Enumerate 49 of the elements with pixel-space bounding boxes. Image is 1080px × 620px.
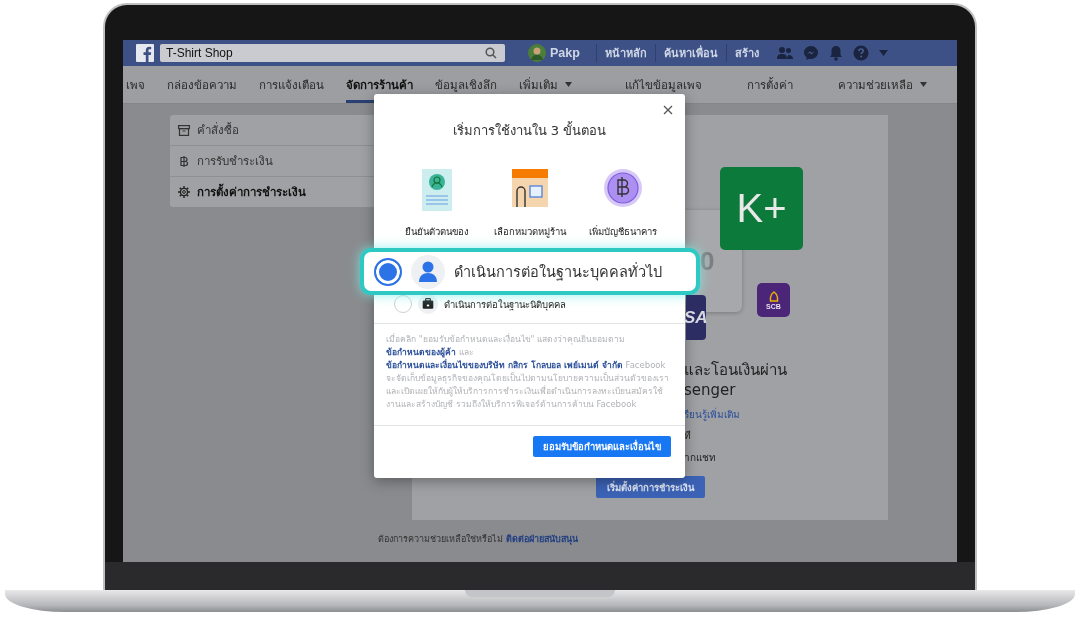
step-label: เลือกหมวดหมู่ร้าน xyxy=(493,225,566,239)
store-icon xyxy=(511,169,548,207)
briefcase-icon xyxy=(418,294,438,314)
step-label: ยืนยันตัวตนของ xyxy=(404,225,469,239)
shell-icon xyxy=(767,290,780,302)
radio-button[interactable] xyxy=(374,257,402,286)
nav-link[interactable]: หน้าหลัก xyxy=(595,44,655,62)
terms-notice: เมื่อคลิก "ยอมรับข้อกำหนดและเงื่อนไข" แสดงว่าคุณยินยอมตาม ข้อกำหนดของผู้ค้า และ ข้อกำหนดและเงื่อนไขของบริษัท กสิกร โกลบอล เพย์เมนต์ จำกัด Facebook จะจัดเก็บข้อมูลธุรกิจของคุณโดยเป็นไปตามนโยบายความเป็นส่วนตัวของเรา และเปิดเผยให้กับผู้ให้บริการการชำระเงินเพื่อดำเนินการลงทะเบียนสมัครใช้งานและสร้างบัญชี รวมถึงให้บริการฟีเจอร์ด้านการค้าบน Facebook xyxy=(386,333,670,411)
caret-icon[interactable] xyxy=(878,50,888,56)
highlighted-option[interactable]: ดำเนินการต่อในฐานะบุคคลทั่วไป xyxy=(360,248,700,295)
nav-link[interactable]: ค้นหาเพื่อน xyxy=(654,44,726,62)
person-icon xyxy=(411,254,445,289)
terms-link[interactable]: ข้อกำหนดของผู้ค้า xyxy=(386,347,456,357)
terms-link[interactable]: ข้อกำหนดและเงื่อนไขของบริษัท กสิกร โกลบอล เพย์เมนต์ จำกัด xyxy=(386,360,623,370)
accept-terms-button[interactable]: ยอมรับข้อกำหนดและเงื่อนไข xyxy=(533,436,671,457)
promo-heading: senger xyxy=(684,380,736,400)
profile-name[interactable]: Pakp xyxy=(550,46,580,60)
feature-text: ากแชท xyxy=(684,451,716,465)
help-icon[interactable] xyxy=(852,45,869,61)
baht-coin-icon xyxy=(603,169,642,207)
help-text: ต้องการความช่วยเหลือใช่หรือไม่ ติดต่อฝ่ายสนับสนุน xyxy=(378,533,579,546)
search-icon[interactable] xyxy=(485,47,497,59)
learn-more-link[interactable]: รียนรู้เพิ่มเติม xyxy=(684,405,740,425)
baht-icon xyxy=(178,155,190,167)
step-label: เพิ่มบัญชีธนาคาร xyxy=(588,224,657,239)
page-tab[interactable]: ความช่วยเหลือ xyxy=(838,66,927,103)
messenger-icon[interactable] xyxy=(802,45,819,61)
bell-icon[interactable] xyxy=(828,45,843,61)
bank-logo: K+ xyxy=(720,167,803,250)
page-tab[interactable]: กล่องข้อความ xyxy=(167,66,237,103)
box-icon xyxy=(178,124,190,136)
logo-icon[interactable] xyxy=(136,44,154,62)
sidebar-item[interactable]: การตั้งค่าการชำระเงิน xyxy=(170,177,395,207)
dialog-title: เริ่มการใช้งานใน 3 ขั้นตอน xyxy=(451,120,608,140)
feature-text: ที xyxy=(684,429,691,443)
avatar-icon[interactable] xyxy=(528,44,546,62)
contact-support-link[interactable]: ติดต่อฝ่ายสนับสนุน xyxy=(505,534,578,544)
settings-icon xyxy=(178,186,190,198)
search-field[interactable]: T-Shirt Shop xyxy=(160,44,505,62)
page-tab[interactable]: การตั้งค่า xyxy=(747,66,793,103)
page-tab[interactable]: เพจ xyxy=(126,66,145,103)
nav-link[interactable]: สร้าง xyxy=(725,44,767,62)
close-icon[interactable] xyxy=(663,105,673,115)
id-card-icon xyxy=(421,169,452,211)
friends-icon[interactable] xyxy=(776,46,793,60)
promo-heading: และโอนเงินผ่าน xyxy=(684,360,787,380)
setup-payment-button[interactable]: เริ่มตั้งค่าการชำระเงิน xyxy=(596,476,705,498)
page-tab[interactable]: การแจ้งเตือน xyxy=(259,66,324,103)
page-tab[interactable]: เพิ่มเติม xyxy=(519,66,572,103)
